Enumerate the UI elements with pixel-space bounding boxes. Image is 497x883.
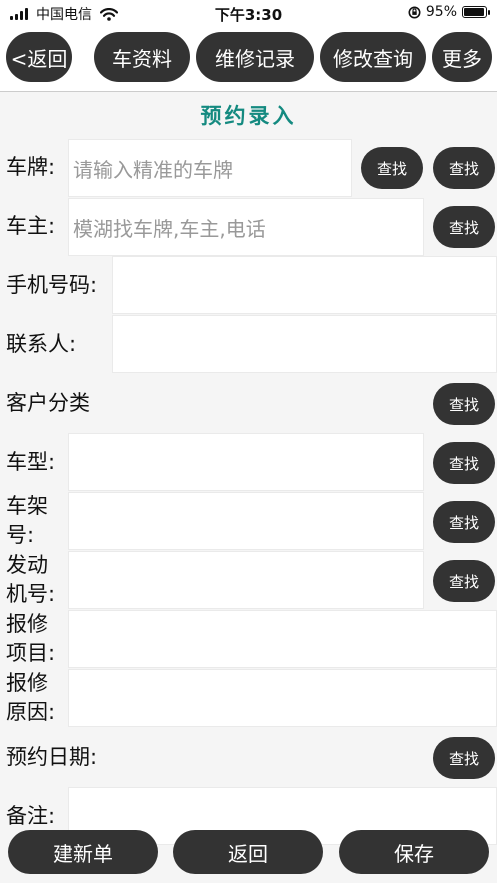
repair-items-label-line1: 报修 (6, 612, 48, 636)
back-button[interactable]: <返回 (6, 32, 72, 82)
plate-search-button-2[interactable]: 查找 (433, 147, 495, 189)
owner-input[interactable]: 模湖找车牌,车主,电话 (68, 198, 424, 256)
engine-label-line1: 发动 (6, 553, 48, 577)
engine-search-button[interactable]: 查找 (433, 560, 495, 602)
date-search-button[interactable]: 查找 (433, 737, 495, 779)
status-bar: 中国电信 下午3:30 95% (0, 0, 497, 26)
vin-label-line2: 号: (6, 523, 35, 547)
car-info-button[interactable]: 车资料 (94, 32, 190, 82)
repair-reason-input[interactable] (68, 669, 497, 727)
date-label: 预约日期: (6, 745, 98, 769)
repair-records-button[interactable]: 维修记录 (196, 32, 314, 82)
plate-search-button[interactable]: 查找 (361, 147, 423, 189)
more-button[interactable]: 更多 (432, 32, 492, 82)
owner-placeholder: 模湖找车牌,车主,电话 (73, 216, 266, 241)
save-button[interactable]: 保存 (339, 830, 489, 874)
repair-items-label-line2: 项目: (6, 641, 56, 665)
repair-reason-label: 报修 原因: (6, 669, 55, 727)
vin-search-button[interactable]: 查找 (433, 501, 495, 543)
status-right: 95% (408, 4, 490, 20)
bottom-back-button[interactable]: 返回 (173, 830, 323, 874)
repair-reason-label-line2: 原因: (6, 700, 56, 724)
engine-input[interactable] (68, 551, 424, 609)
bottom-action-bar: 建新单 返回 保存 (0, 826, 497, 883)
model-label: 车型: (6, 450, 56, 474)
top-nav: <返回 车资料 维修记录 修改查询 更多 (0, 26, 497, 92)
vin-label: 车架 号: (6, 492, 48, 550)
customer-type-label: 客户分类 (6, 391, 90, 415)
engine-label-line2: 机号: (6, 582, 56, 606)
phone-label: 手机号码: (6, 273, 98, 297)
repair-items-label: 报修 项目: (6, 610, 55, 668)
repair-items-input[interactable] (68, 610, 497, 668)
contact-input[interactable] (112, 315, 497, 373)
plate-placeholder: 请输入精准的车牌 (73, 157, 233, 182)
new-order-button[interactable]: 建新单 (8, 830, 158, 874)
vin-label-line1: 车架 (6, 494, 48, 518)
page-title: 预约录入 (200, 104, 297, 128)
orientation-lock-icon (408, 6, 421, 18)
battery-percent: 95% (425, 4, 457, 20)
repair-reason-label-line1: 报修 (6, 671, 48, 695)
battery-icon (462, 6, 490, 18)
phone-input[interactable] (112, 256, 497, 314)
model-search-button[interactable]: 查找 (433, 442, 495, 484)
plate-input[interactable]: 请输入精准的车牌 (68, 139, 352, 197)
customer-type-search-button[interactable]: 查找 (433, 383, 495, 425)
plate-label: 车牌: (6, 155, 56, 179)
model-input[interactable] (68, 433, 424, 491)
modify-query-button[interactable]: 修改查询 (320, 32, 426, 82)
contact-label: 联系人: (6, 332, 77, 356)
vin-input[interactable] (68, 492, 424, 550)
engine-label: 发动 机号: (6, 551, 55, 609)
owner-search-button[interactable]: 查找 (433, 206, 495, 248)
owner-label: 车主: (6, 214, 56, 238)
